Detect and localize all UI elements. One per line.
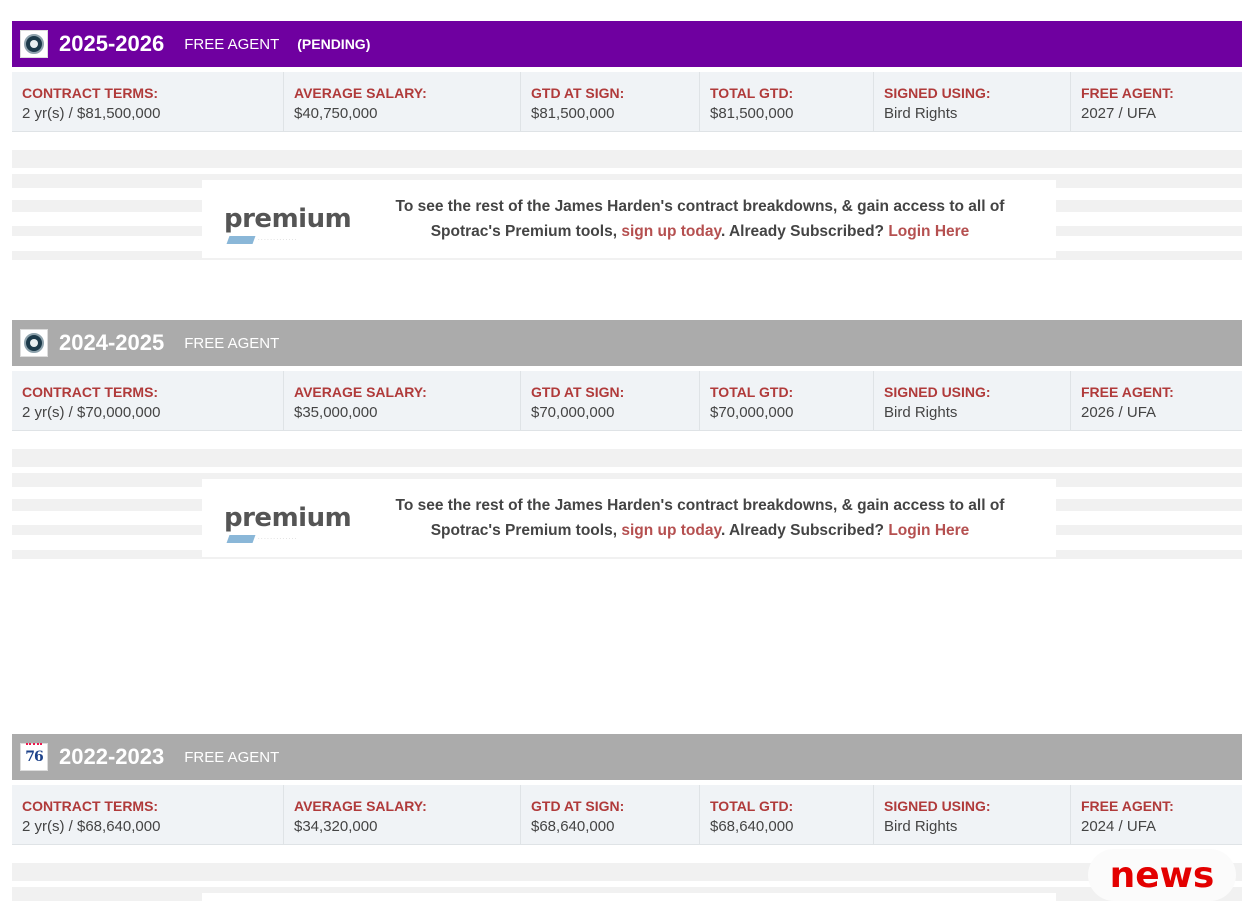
terms-label: AVERAGE SALARY: (294, 384, 427, 400)
terms-label: FREE AGENT: (1081, 85, 1174, 101)
terms-value: Bird Rights (884, 105, 958, 122)
terms-cell: FREE AGENT: 2024 / UFA (1071, 785, 1242, 844)
terms-value: 2 yr(s) / $68,640,000 (22, 818, 161, 835)
terms-value: 2026 / UFA (1081, 404, 1157, 421)
terms-value: $70,000,000 (710, 404, 794, 421)
terms-cell: AVERAGE SALARY: $35,000,000 (284, 371, 521, 430)
terms-label: TOTAL GTD: (710, 85, 794, 101)
terms-label: AVERAGE SALARY: (294, 85, 427, 101)
terms-value: Bird Rights (884, 818, 958, 835)
terms-value: 2027 / UFA (1081, 105, 1157, 122)
terms-label: TOTAL GTD: (710, 798, 794, 814)
terms-value: $35,000,000 (294, 404, 378, 421)
signup-link[interactable]: sign up today (621, 223, 721, 240)
terms-label: TOTAL GTD: (710, 384, 794, 400)
terms-cell: FREE AGENT: 2026 / UFA (1071, 371, 1242, 430)
login-link[interactable]: Login Here (888, 223, 969, 240)
terms-cell: SIGNED USING: Bird Rights (874, 371, 1071, 430)
terms-cell: SIGNED USING: Bird Rights (874, 785, 1071, 844)
season-title: 2024-2025 (59, 330, 165, 355)
pending-label: (PENDING) (297, 36, 371, 52)
terms-value: $81,500,000 (710, 105, 794, 122)
promo-text: To see the rest of the James Harden's co… (395, 198, 1005, 240)
terms-cell: FREE AGENT: 2027 / UFA (1071, 72, 1242, 131)
terms-label: GTD AT SIGN: (531, 85, 625, 101)
terms-value: $70,000,000 (531, 404, 615, 421)
terms-cell: TOTAL GTD: $81,500,000 (700, 72, 874, 131)
terms-label: FREE AGENT: (1081, 798, 1174, 814)
terms-value: $40,750,000 (294, 105, 378, 122)
terms-cell: CONTRACT TERMS: 2 yr(s) / $70,000,000 (12, 371, 284, 430)
terms-label: CONTRACT TERMS: (22, 384, 159, 400)
terms-value: $81,500,000 (531, 105, 615, 122)
terms-value: 2 yr(s) / $81,500,000 (22, 105, 161, 122)
terms-cell: CONTRACT TERMS: 2 yr(s) / $81,500,000 (12, 72, 284, 131)
terms-label: SIGNED USING: (884, 85, 991, 101)
premium-tag-icon (226, 535, 256, 543)
status-label: FREE AGENT (184, 748, 280, 766)
contract-terms-row: CONTRACT TERMS: 2 yr(s) / $68,640,000 AVE… (12, 785, 1242, 845)
terms-label: CONTRACT TERMS: (22, 85, 159, 101)
contract-2022-2023: 76 2022-2023 FREE AGENT CONTRACT TERMS: 2… (12, 734, 1242, 845)
team-logo-icon (20, 329, 48, 357)
signup-link[interactable]: sign up today (621, 522, 721, 539)
terms-label: SIGNED USING: (884, 384, 991, 400)
terms-value: $68,640,000 (531, 818, 615, 835)
terms-cell: SIGNED USING: Bird Rights (874, 72, 1071, 131)
premium-promo: premium · · · · · · · · · · · · · To see… (202, 180, 1056, 258)
contract-header[interactable]: 2025-2026 FREE AGENT (PENDING) (12, 21, 1242, 67)
contract-header[interactable]: 76 2022-2023 FREE AGENT (12, 734, 1242, 780)
terms-value: $68,640,000 (710, 818, 794, 835)
season-title: 2025-2026 (59, 31, 165, 56)
premium-tag-icon (226, 236, 256, 244)
terms-cell: AVERAGE SALARY: $40,750,000 (284, 72, 521, 131)
terms-cell: GTD AT SIGN: $70,000,000 (521, 371, 700, 430)
season-title: 2022-2023 (59, 744, 165, 769)
terms-label: AVERAGE SALARY: (294, 798, 427, 814)
sixers-logo-icon: 76 (20, 743, 48, 771)
status-label: FREE AGENT (184, 35, 280, 53)
terms-value: 2 yr(s) / $70,000,000 (22, 404, 161, 421)
terms-value: Bird Rights (884, 404, 958, 421)
terms-label: CONTRACT TERMS: (22, 798, 159, 814)
news-watermark: news (1088, 849, 1236, 901)
contract-header[interactable]: 2024-2025 FREE AGENT (12, 320, 1242, 366)
contract-2025-2026: 2025-2026 FREE AGENT (PENDING) CONTRACT … (12, 21, 1242, 132)
contract-terms-row: CONTRACT TERMS: 2 yr(s) / $81,500,000 AVE… (12, 72, 1242, 132)
contract-terms-row: CONTRACT TERMS: 2 yr(s) / $70,000,000 AVE… (12, 371, 1242, 431)
terms-cell: TOTAL GTD: $70,000,000 (700, 371, 874, 430)
premium-promo: premium · · · · · · · · · · · · · To see… (202, 479, 1056, 557)
terms-value: 2024 / UFA (1081, 818, 1157, 835)
terms-cell: CONTRACT TERMS: 2 yr(s) / $68,640,000 (12, 785, 284, 844)
terms-label: SIGNED USING: (884, 798, 991, 814)
terms-cell: AVERAGE SALARY: $34,320,000 (284, 785, 521, 844)
terms-cell: GTD AT SIGN: $68,640,000 (521, 785, 700, 844)
terms-label: FREE AGENT: (1081, 384, 1174, 400)
premium-logo: premium · · · · · · · · · · · · · (224, 204, 352, 244)
premium-promo-partial (202, 893, 1056, 909)
terms-label: GTD AT SIGN: (531, 798, 625, 814)
status-label: FREE AGENT (184, 334, 280, 352)
promo-text: To see the rest of the James Harden's co… (395, 497, 1005, 539)
team-logo-icon (20, 30, 48, 58)
terms-value: $34,320,000 (294, 818, 378, 835)
terms-label: GTD AT SIGN: (531, 384, 625, 400)
premium-logo: premium · · · · · · · · · · · · · (224, 503, 352, 543)
contract-2024-2025: 2024-2025 FREE AGENT CONTRACT TERMS: 2 yr… (12, 320, 1242, 431)
terms-cell: TOTAL GTD: $68,640,000 (700, 785, 874, 844)
login-link[interactable]: Login Here (888, 522, 969, 539)
terms-cell: GTD AT SIGN: $81,500,000 (521, 72, 700, 131)
